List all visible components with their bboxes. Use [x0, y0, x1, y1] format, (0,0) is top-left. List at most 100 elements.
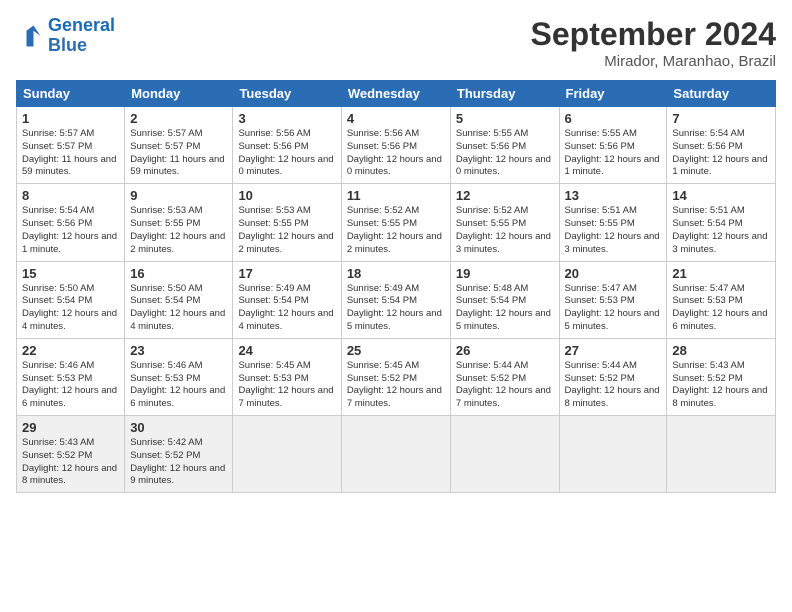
day-number: 12: [456, 188, 554, 203]
day-number: 13: [565, 188, 662, 203]
day-info: Sunrise: 5:49 AM Sunset: 5:54 PM Dayligh…: [238, 283, 335, 334]
header: General Blue September 2024 Mirador, Mar…: [16, 16, 776, 70]
calendar-cell: 3 Sunrise: 5:56 AM Sunset: 5:56 PM Daylig…: [233, 107, 341, 184]
day-info: Sunrise: 5:44 AM Sunset: 5:52 PM Dayligh…: [565, 360, 662, 411]
header-row: Sunday Monday Tuesday Wednesday Thursday…: [17, 81, 776, 107]
col-thursday: Thursday: [450, 81, 559, 107]
logo-icon: [16, 22, 44, 50]
calendar-cell: [233, 416, 341, 493]
day-info: Sunrise: 5:52 AM Sunset: 5:55 PM Dayligh…: [456, 205, 554, 256]
col-sunday: Sunday: [17, 81, 125, 107]
day-number: 24: [238, 343, 335, 358]
calendar-cell: 4Sunrise: 5:56 AM Sunset: 5:56 PM Daylig…: [341, 107, 450, 184]
calendar-cell: 2 Sunrise: 5:57 AM Sunset: 5:57 PM Daylig…: [125, 107, 233, 184]
col-monday: Monday: [125, 81, 233, 107]
day-info: Sunrise: 5:43 AM Sunset: 5:52 PM Dayligh…: [672, 360, 770, 411]
calendar-week-2: 15 Sunrise: 5:50 AM Sunset: 5:54 PM Dayli…: [17, 261, 776, 338]
calendar-week-4: 29 Sunrise: 5:43 AM Sunset: 5:52 PM Dayli…: [17, 416, 776, 493]
day-number: 11: [347, 188, 445, 203]
day-number: 20: [565, 266, 662, 281]
calendar-cell: 23 Sunrise: 5:46 AM Sunset: 5:53 PM Dayli…: [125, 338, 233, 415]
calendar-cell: 21Sunrise: 5:47 AM Sunset: 5:53 PM Dayli…: [667, 261, 776, 338]
day-info: Sunrise: 5:46 AM Sunset: 5:53 PM Dayligh…: [130, 360, 227, 411]
calendar-cell: 27 Sunrise: 5:44 AM Sunset: 5:52 PM Dayli…: [559, 338, 667, 415]
calendar-body: 1 Sunrise: 5:57 AM Sunset: 5:57 PM Daylig…: [17, 107, 776, 493]
col-friday: Friday: [559, 81, 667, 107]
day-info: Sunrise: 5:56 AM Sunset: 5:56 PM Dayligh…: [238, 128, 335, 179]
day-info: Sunrise: 5:50 AM Sunset: 5:54 PM Dayligh…: [130, 283, 227, 334]
calendar-cell: [667, 416, 776, 493]
day-info: Sunrise: 5:57 AM Sunset: 5:57 PM Dayligh…: [130, 128, 227, 179]
day-info: Sunrise: 5:52 AM Sunset: 5:55 PM Dayligh…: [347, 205, 445, 256]
logo-text: General Blue: [48, 16, 115, 56]
calendar-cell: 1 Sunrise: 5:57 AM Sunset: 5:57 PM Daylig…: [17, 107, 125, 184]
calendar-cell: 28 Sunrise: 5:43 AM Sunset: 5:52 PM Dayli…: [667, 338, 776, 415]
day-number: 1: [22, 111, 119, 126]
day-info: Sunrise: 5:45 AM Sunset: 5:52 PM Dayligh…: [347, 360, 445, 411]
day-info: Sunrise: 5:57 AM Sunset: 5:57 PM Dayligh…: [22, 128, 119, 179]
calendar-cell: 18 Sunrise: 5:49 AM Sunset: 5:54 PM Dayli…: [341, 261, 450, 338]
day-number: 17: [238, 266, 335, 281]
day-info: Sunrise: 5:54 AM Sunset: 5:56 PM Dayligh…: [672, 128, 770, 179]
day-info: Sunrise: 5:53 AM Sunset: 5:55 PM Dayligh…: [238, 205, 335, 256]
calendar-cell: 11 Sunrise: 5:52 AM Sunset: 5:55 PM Dayli…: [341, 184, 450, 261]
day-number: 29: [22, 420, 119, 435]
calendar-week-3: 22 Sunrise: 5:46 AM Sunset: 5:53 PM Dayli…: [17, 338, 776, 415]
day-info: Sunrise: 5:43 AM Sunset: 5:52 PM Dayligh…: [22, 437, 119, 488]
day-number: 27: [565, 343, 662, 358]
calendar-cell: 20 Sunrise: 5:47 AM Sunset: 5:53 PM Dayli…: [559, 261, 667, 338]
day-info: Sunrise: 5:46 AM Sunset: 5:53 PM Dayligh…: [22, 360, 119, 411]
calendar-week-0: 1 Sunrise: 5:57 AM Sunset: 5:57 PM Daylig…: [17, 107, 776, 184]
location: Mirador, Maranhao, Brazil: [531, 53, 776, 70]
day-number: 15: [22, 266, 119, 281]
day-number: 30: [130, 420, 227, 435]
day-number: 10: [238, 188, 335, 203]
calendar-cell: 19 Sunrise: 5:48 AM Sunset: 5:54 PM Dayli…: [450, 261, 559, 338]
day-info: Sunrise: 5:54 AM Sunset: 5:56 PM Dayligh…: [22, 205, 119, 256]
calendar-cell: 10 Sunrise: 5:53 AM Sunset: 5:55 PM Dayli…: [233, 184, 341, 261]
day-info: Sunrise: 5:44 AM Sunset: 5:52 PM Dayligh…: [456, 360, 554, 411]
col-wednesday: Wednesday: [341, 81, 450, 107]
day-number: 2: [130, 111, 227, 126]
title-block: September 2024 Mirador, Maranhao, Brazil: [531, 16, 776, 70]
day-number: 3: [238, 111, 335, 126]
calendar-week-1: 8 Sunrise: 5:54 AM Sunset: 5:56 PM Daylig…: [17, 184, 776, 261]
day-number: 18: [347, 266, 445, 281]
day-info: Sunrise: 5:51 AM Sunset: 5:54 PM Dayligh…: [672, 205, 770, 256]
calendar-cell: 13Sunrise: 5:51 AM Sunset: 5:55 PM Dayli…: [559, 184, 667, 261]
day-info: Sunrise: 5:42 AM Sunset: 5:52 PM Dayligh…: [130, 437, 227, 488]
day-info: Sunrise: 5:55 AM Sunset: 5:56 PM Dayligh…: [456, 128, 554, 179]
logo: General Blue: [16, 16, 115, 56]
calendar-cell: 6 Sunrise: 5:55 AM Sunset: 5:56 PM Daylig…: [559, 107, 667, 184]
day-number: 22: [22, 343, 119, 358]
day-info: Sunrise: 5:50 AM Sunset: 5:54 PM Dayligh…: [22, 283, 119, 334]
calendar-cell: [450, 416, 559, 493]
calendar-cell: 22 Sunrise: 5:46 AM Sunset: 5:53 PM Dayli…: [17, 338, 125, 415]
day-number: 9: [130, 188, 227, 203]
day-number: 28: [672, 343, 770, 358]
calendar-cell: 5Sunrise: 5:55 AM Sunset: 5:56 PM Daylig…: [450, 107, 559, 184]
calendar-cell: 12 Sunrise: 5:52 AM Sunset: 5:55 PM Dayli…: [450, 184, 559, 261]
page: General Blue September 2024 Mirador, Mar…: [0, 0, 792, 503]
calendar-cell: 8 Sunrise: 5:54 AM Sunset: 5:56 PM Daylig…: [17, 184, 125, 261]
day-info: Sunrise: 5:49 AM Sunset: 5:54 PM Dayligh…: [347, 283, 445, 334]
calendar-cell: 15 Sunrise: 5:50 AM Sunset: 5:54 PM Dayli…: [17, 261, 125, 338]
day-number: 14: [672, 188, 770, 203]
day-number: 6: [565, 111, 662, 126]
col-saturday: Saturday: [667, 81, 776, 107]
month-title: September 2024: [531, 16, 776, 53]
calendar-cell: 30 Sunrise: 5:42 AM Sunset: 5:52 PM Dayli…: [125, 416, 233, 493]
calendar-cell: 14 Sunrise: 5:51 AM Sunset: 5:54 PM Dayli…: [667, 184, 776, 261]
day-info: Sunrise: 5:48 AM Sunset: 5:54 PM Dayligh…: [456, 283, 554, 334]
day-number: 19: [456, 266, 554, 281]
calendar-cell: 29 Sunrise: 5:43 AM Sunset: 5:52 PM Dayli…: [17, 416, 125, 493]
calendar-cell: 9Sunrise: 5:53 AM Sunset: 5:55 PM Daylig…: [125, 184, 233, 261]
day-info: Sunrise: 5:55 AM Sunset: 5:56 PM Dayligh…: [565, 128, 662, 179]
calendar-cell: 24Sunrise: 5:45 AM Sunset: 5:53 PM Dayli…: [233, 338, 341, 415]
calendar-cell: 25Sunrise: 5:45 AM Sunset: 5:52 PM Dayli…: [341, 338, 450, 415]
day-number: 8: [22, 188, 119, 203]
day-info: Sunrise: 5:47 AM Sunset: 5:53 PM Dayligh…: [565, 283, 662, 334]
calendar-cell: 26Sunrise: 5:44 AM Sunset: 5:52 PM Dayli…: [450, 338, 559, 415]
calendar-table: Sunday Monday Tuesday Wednesday Thursday…: [16, 80, 776, 493]
day-number: 23: [130, 343, 227, 358]
